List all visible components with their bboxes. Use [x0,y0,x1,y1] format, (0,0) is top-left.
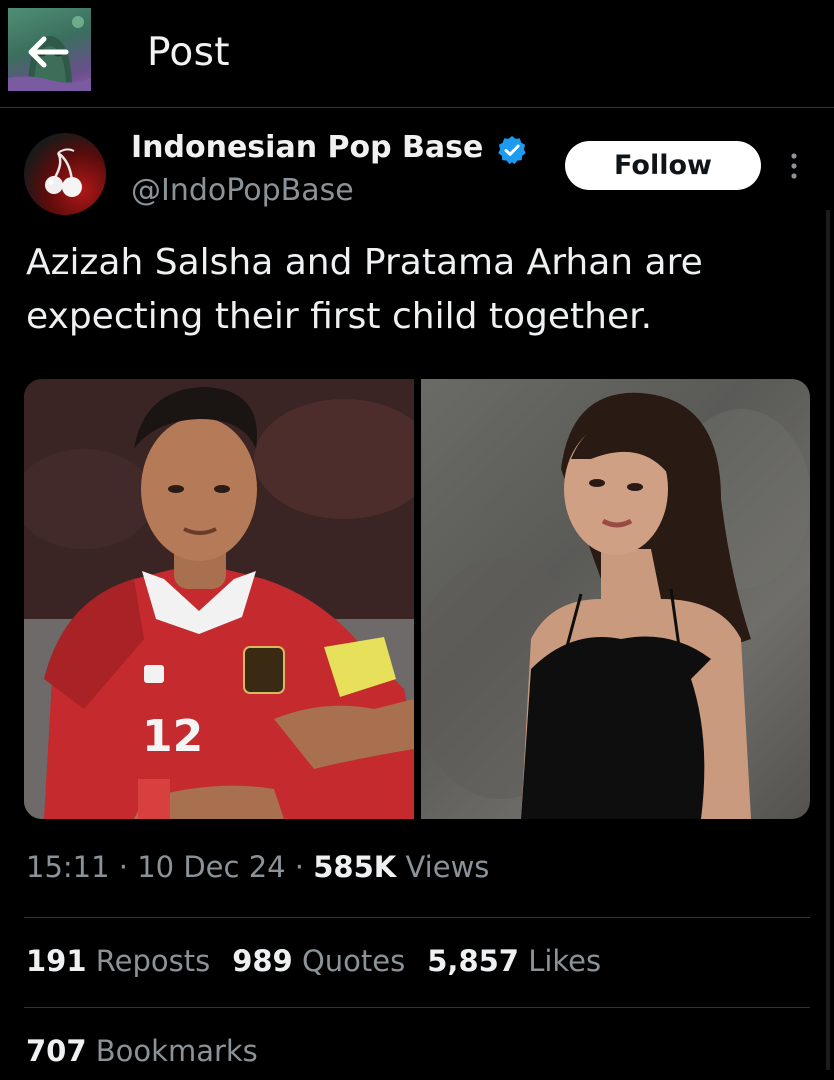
more-options-icon[interactable] [784,150,804,182]
follow-button[interactable]: Follow [565,141,761,190]
scrollbar[interactable] [826,210,830,1070]
bookmarks-count: 707 [26,1034,87,1068]
post-date: 10 Dec 24 [137,850,286,884]
likes-stat[interactable]: 5,857 Likes [427,944,601,978]
separator: · [285,850,314,884]
quotes-count: 989 [232,944,293,978]
divider [24,917,810,918]
football-player-illustration: 12 [24,379,434,819]
media-grid: 12 [24,379,810,819]
post-meta: 15:11 · 10 Dec 24 · 585K Views [26,850,489,884]
quotes-label: Quotes [292,944,406,978]
page-title: Post [147,30,230,75]
author-handle[interactable]: @IndoPopBase [131,173,354,208]
likes-label: Likes [518,944,602,978]
verified-badge-icon [498,136,526,165]
author-name[interactable]: Indonesian Pop Base [131,130,483,165]
avatar[interactable] [24,133,106,215]
arrow-left-icon [28,36,69,68]
reposts-label: Reposts [86,944,211,978]
media-image-woman-portrait[interactable] [411,379,810,819]
back-button[interactable] [8,8,91,91]
woman-portrait-illustration [411,392,810,819]
reposts-stat[interactable]: 191 Reposts [26,944,210,978]
media-image-football-player[interactable]: 12 [24,379,434,819]
stats-row: 191 Reposts 989 Quotes 5,857 Likes [26,944,623,978]
post-time: 15:11 [26,850,110,884]
views-count[interactable]: 585K [313,850,396,884]
separator: · [109,850,138,884]
reposts-count: 191 [26,944,87,978]
likes-count: 5,857 [427,944,519,978]
cherry-icon [45,148,82,197]
post-text: Azizah Salsha and Pratama Arhan are expe… [26,242,703,337]
quotes-stat[interactable]: 989 Quotes [232,944,405,978]
top-bar: Post [0,0,834,108]
bookmarks-label: Bookmarks [86,1034,258,1068]
bookmarks-stat[interactable]: 707 Bookmarks [26,1034,258,1068]
jersey-number: 12 [142,711,203,762]
divider [24,1007,810,1008]
views-label: Views [396,850,490,884]
